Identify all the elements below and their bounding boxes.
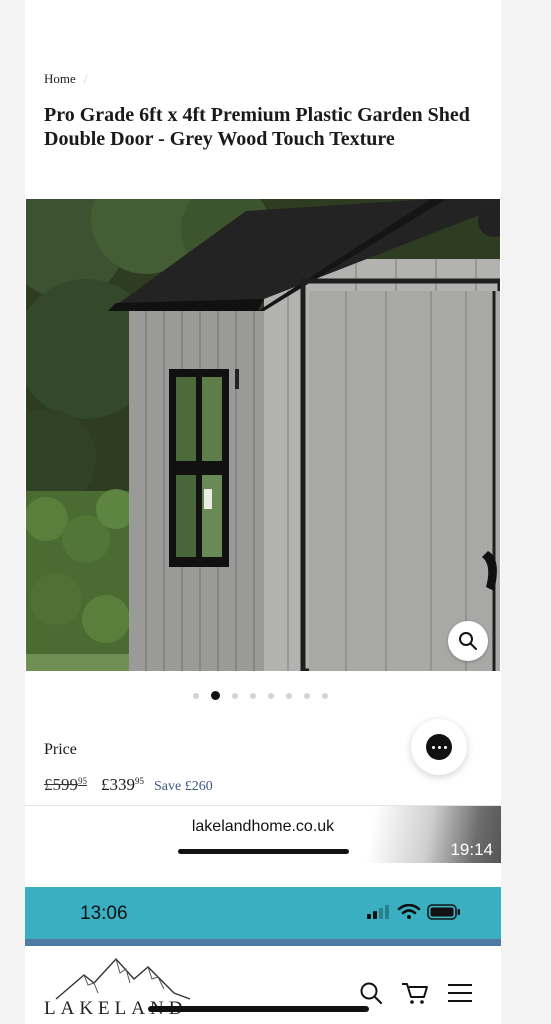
breadcrumb: Home / xyxy=(44,71,87,87)
menu-icon[interactable] xyxy=(447,982,473,1004)
price-row: £59995 £33995 Save £260 xyxy=(44,775,213,795)
status-stripe xyxy=(25,939,501,946)
pagination-dot[interactable] xyxy=(286,692,292,699)
chat-button[interactable] xyxy=(411,719,467,775)
url-text[interactable]: lakelandhome.co.uk xyxy=(25,818,501,836)
original-price: £59995 xyxy=(44,775,87,795)
second-screen: 13:06 LAKELAND xyxy=(25,887,501,1024)
battery-icon xyxy=(427,904,460,920)
browser-address-bar: lakelandhome.co.uk 19:14 xyxy=(25,805,501,863)
pagination-dot[interactable] xyxy=(268,692,274,699)
bottom-home-indicator xyxy=(148,1006,369,1012)
savings-label: Save £260 xyxy=(154,779,213,794)
pagination-dot[interactable] xyxy=(304,692,310,699)
right-gutter xyxy=(501,0,551,1024)
image-pagination-dots xyxy=(193,691,340,700)
chat-icon xyxy=(426,734,452,760)
sale-price: £33995 xyxy=(101,775,144,795)
pagination-dot[interactable] xyxy=(250,692,256,699)
product-page: Home / Pro Grade 6ft x 4ft Premium Plasti… xyxy=(25,0,501,1024)
cart-icon[interactable] xyxy=(401,981,429,1005)
breadcrumb-home[interactable]: Home xyxy=(44,71,76,86)
product-title: Pro Grade 6ft x 4ft Premium Plastic Gard… xyxy=(44,104,470,150)
price-label: Price xyxy=(44,741,77,758)
original-price-pence: 95 xyxy=(78,776,87,786)
signal-icon xyxy=(367,905,389,919)
original-price-pounds: £599 xyxy=(44,775,78,794)
zoom-icon xyxy=(459,632,477,650)
home-indicator xyxy=(178,849,349,854)
pagination-dot[interactable] xyxy=(211,691,220,700)
video-timestamp: 19:14 xyxy=(450,840,493,859)
sale-price-pounds: £339 xyxy=(101,775,135,794)
pagination-dot[interactable] xyxy=(232,692,238,699)
header-nav-icons xyxy=(359,981,491,1005)
pagination-dot[interactable] xyxy=(322,692,328,699)
sale-price-pence: 95 xyxy=(135,776,144,786)
shed-illustration xyxy=(26,199,500,671)
lakeland-logo[interactable]: LAKELAND xyxy=(44,953,214,1023)
status-icons xyxy=(367,904,461,920)
search-icon[interactable] xyxy=(359,981,383,1005)
product-image[interactable] xyxy=(26,199,500,671)
status-bar: 13:06 xyxy=(25,887,501,939)
status-time: 13:06 xyxy=(80,903,128,924)
pagination-dot[interactable] xyxy=(193,692,199,699)
zoom-button[interactable] xyxy=(448,621,488,661)
breadcrumb-separator: / xyxy=(83,71,88,86)
mountain-logo-icon xyxy=(55,957,191,1000)
left-gutter xyxy=(0,0,25,1024)
wifi-icon xyxy=(397,904,421,919)
